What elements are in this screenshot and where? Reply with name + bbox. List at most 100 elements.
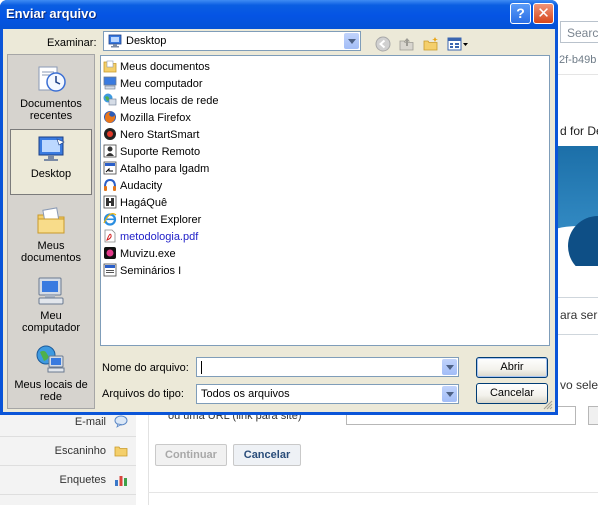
file-name: Suporte Remoto — [120, 146, 201, 158]
place-label: Meus locais de rede — [14, 379, 88, 403]
place-label: Desktop — [30, 168, 72, 180]
nero-icon — [104, 128, 116, 140]
dialog-title: Enviar arquivo — [6, 6, 97, 21]
hash-text: 2f-b49b — [559, 54, 597, 66]
list-item[interactable]: Audacity — [103, 178, 162, 194]
open-file-dialog: Enviar arquivo ? ✕ Examinar: Desktop Doc… — [0, 0, 558, 415]
places-bar: Documentos recentes Desktop Meus documen… — [7, 54, 95, 409]
file-name: Internet Explorer — [120, 214, 202, 226]
file-name: Nero StartSmart — [120, 129, 200, 141]
close-icon: ✕ — [537, 5, 550, 22]
dialog-body: Examinar: Desktop Documentos recentes De… — [3, 29, 555, 412]
chevron-down-icon[interactable] — [442, 386, 457, 402]
divider — [558, 297, 598, 298]
cancel-button[interactable]: Cancelar — [476, 383, 548, 404]
doc-icon — [103, 263, 117, 277]
help-icon: ? — [516, 5, 525, 21]
list-item[interactable]: Seminários I — [103, 263, 181, 279]
help-button[interactable]: ? — [510, 3, 531, 24]
recent-documents-icon — [38, 66, 66, 92]
place-desktop[interactable]: Desktop — [10, 129, 92, 195]
file-name: Audacity — [120, 180, 163, 192]
list-item[interactable]: Mozilla Firefox — [103, 110, 191, 126]
place-recent-documents[interactable]: Documentos recentes — [10, 63, 92, 122]
list-item[interactable]: Nero StartSmart — [103, 127, 199, 143]
filetype-select[interactable]: Todos os arquivos — [196, 384, 459, 404]
list-item[interactable]: Atalho para lgadm — [103, 161, 209, 177]
sidebar-item-label: Enquetes — [59, 474, 106, 486]
divider — [558, 74, 598, 75]
cancel-page-button[interactable]: Cancelar — [233, 444, 301, 466]
hagaque-icon — [103, 195, 117, 209]
dialog-titlebar[interactable]: Enviar arquivo ? ✕ — [0, 0, 558, 29]
file-name: Meu computador — [120, 78, 203, 90]
list-item[interactable]: Meu computador — [103, 76, 203, 92]
audacity-icon — [104, 178, 116, 191]
list-item[interactable]: HagáQuê — [103, 195, 167, 211]
file-name: HagáQuê — [120, 197, 168, 209]
list-item[interactable]: Suporte Remoto — [103, 144, 200, 160]
text-caret — [201, 361, 202, 374]
place-label: Meu computador — [21, 310, 81, 334]
exe-icon — [104, 247, 116, 259]
speech-bubble-icon — [114, 415, 128, 428]
continue-button[interactable]: Continuar — [155, 444, 227, 466]
filename-input[interactable] — [196, 357, 459, 377]
sidebar-item-enquetes[interactable]: Enquetes — [0, 466, 136, 495]
bar-chart-icon — [115, 476, 127, 486]
list-item[interactable]: Internet Explorer — [103, 212, 201, 228]
look-in-label: Examinar: — [47, 37, 97, 49]
place-label: Documentos recentes — [20, 98, 82, 122]
divider — [148, 408, 149, 505]
view-menu-icon[interactable] — [447, 36, 469, 52]
file-name: Mozilla Firefox — [120, 112, 191, 124]
place-network[interactable]: Meus locais de rede — [10, 344, 92, 403]
ie-icon — [103, 213, 117, 226]
open-button[interactable]: Abrir — [476, 357, 548, 378]
my-documents-icon — [37, 207, 65, 234]
page-heading-fragment: d for De — [560, 124, 598, 138]
sidebar-item-label: E-mail — [74, 416, 106, 428]
chevron-down-icon[interactable] — [344, 33, 359, 49]
folder-docs-icon — [103, 60, 117, 73]
list-item[interactable]: metodologia.pdf — [103, 229, 198, 245]
desktop-small-icon — [108, 34, 122, 48]
search-input[interactable]: Searc — [560, 21, 598, 43]
computer-icon — [103, 76, 117, 90]
sidebar-menu: E-mail Escaninho Enquetes — [0, 408, 136, 505]
new-folder-icon[interactable] — [423, 36, 439, 52]
folder-icon — [114, 446, 128, 457]
my-computer-icon — [38, 277, 64, 305]
close-button[interactable]: ✕ — [533, 3, 554, 24]
file-name: Muvizu.exe — [120, 248, 176, 260]
filetype-label: Arquivos do tipo: — [102, 388, 184, 400]
place-my-documents[interactable]: Meus documentos — [10, 205, 92, 264]
chevron-down-icon[interactable] — [442, 359, 457, 375]
sidebar-item-escaninho[interactable]: Escaninho — [0, 437, 136, 466]
filename-label: Nome do arquivo: — [102, 362, 189, 374]
network-places-icon — [36, 345, 65, 373]
list-item[interactable]: Muvizu.exe — [103, 246, 176, 262]
place-my-computer[interactable]: Meu computador — [10, 275, 92, 334]
url-button[interactable] — [588, 406, 598, 425]
instruction-text: ara ser a — [560, 308, 598, 322]
file-name: Seminários I — [120, 265, 182, 277]
look-in-select[interactable]: Desktop — [103, 31, 361, 51]
file-name: Meus documentos — [120, 61, 210, 73]
firefox-icon — [104, 111, 116, 123]
pdf-icon — [104, 229, 116, 243]
file-name: Meus locais de rede — [120, 95, 219, 107]
network-icon — [103, 93, 117, 106]
back-icon[interactable] — [375, 36, 391, 52]
banner-graphic — [558, 146, 598, 266]
desktop-icon — [38, 136, 65, 161]
divider — [148, 492, 598, 493]
up-folder-icon[interactable] — [399, 36, 415, 52]
shortcut-icon — [103, 161, 117, 175]
file-list[interactable]: Meus documentos Meu computador Meus loca… — [100, 55, 550, 346]
resize-grip-icon[interactable] — [542, 399, 553, 410]
file-name: Atalho para lgadm — [120, 163, 210, 175]
filetype-value: Todos os arquivos — [201, 388, 290, 400]
list-item[interactable]: Meus locais de rede — [103, 93, 218, 109]
list-item[interactable]: Meus documentos — [103, 59, 210, 75]
